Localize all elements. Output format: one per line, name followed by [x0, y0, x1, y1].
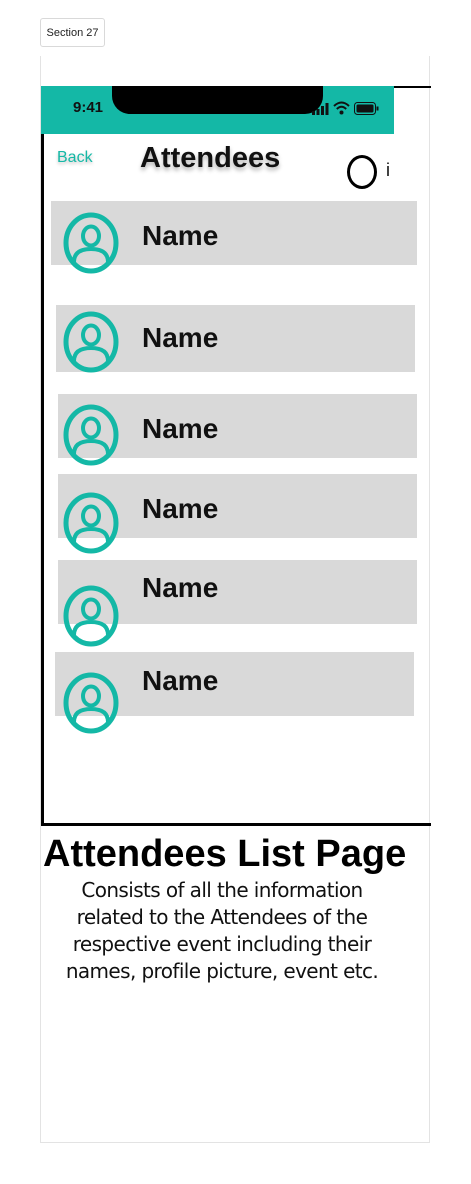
status-time: 9:41 [73, 99, 104, 116]
avatar-icon [63, 672, 119, 734]
attendee-name: Name [142, 322, 219, 353]
avatar-icon [63, 311, 119, 373]
battery-icon [354, 102, 379, 115]
avatar-icon [63, 585, 119, 647]
attendee-name: Name [142, 493, 219, 524]
section-label[interactable]: Section 27 [40, 18, 105, 47]
attendee-name: Name [142, 572, 219, 603]
avatar-icon [63, 212, 119, 274]
attendee-name: Name [142, 413, 219, 444]
wifi-icon [333, 101, 350, 115]
avatar-icon [63, 492, 119, 554]
attendee-name: Name [142, 220, 219, 251]
back-button[interactable]: Back [57, 149, 93, 167]
description-body: Consists of all the information related … [65, 878, 379, 983]
info-label[interactable]: i [386, 160, 390, 181]
page-title: Attendees [140, 142, 281, 174]
avatar-icon [63, 404, 119, 466]
description-heading: Attendees List Page [43, 833, 407, 875]
device-notch [112, 86, 323, 114]
info-icon[interactable] [347, 155, 377, 189]
signal-icon [312, 103, 329, 115]
attendee-name: Name [142, 665, 219, 696]
